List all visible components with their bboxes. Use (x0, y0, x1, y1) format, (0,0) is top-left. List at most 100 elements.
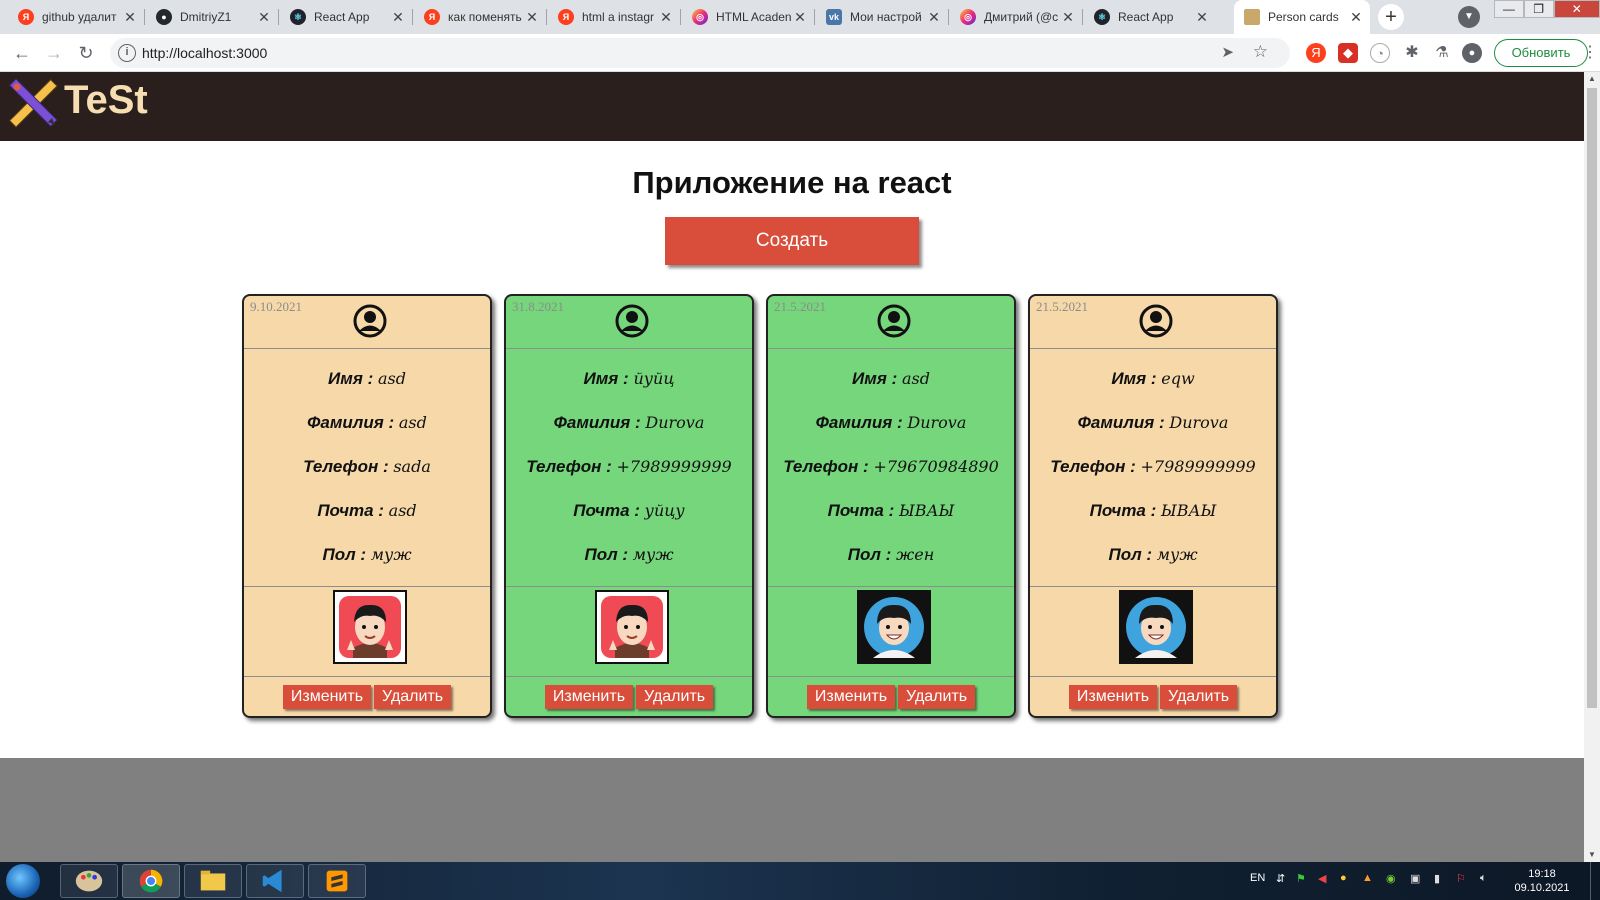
email-value: уйцу (644, 501, 685, 520)
edit-button[interactable]: Изменить (1068, 685, 1158, 709)
profile-avatar-icon[interactable]: ● (1462, 43, 1482, 63)
react-icon: ⚛ (290, 9, 306, 25)
delete-button[interactable]: Удалить (1160, 685, 1238, 709)
last-name-field: Фамилия : Durova (768, 413, 1014, 433)
address-bar[interactable]: i http://localhost:3000 ➤ ☆ (110, 38, 1290, 68)
yandex-extension-icon[interactable]: Я (1306, 43, 1326, 63)
bookmark-star-icon[interactable]: ☆ (1253, 42, 1268, 62)
nvidia-icon[interactable]: ◉ (1386, 872, 1396, 885)
close-icon[interactable]: ✕ (926, 9, 942, 26)
send-icon[interactable]: ➤ (1221, 43, 1234, 61)
page-title: Приложение на react (632, 165, 952, 200)
browser-tab[interactable]: ⚛ React App ✕ (1084, 0, 1216, 34)
browser-tab[interactable]: ● DmitriyZ1 ✕ (146, 0, 278, 34)
start-button-icon[interactable] (6, 864, 40, 898)
language-indicator[interactable]: EN (1250, 872, 1265, 884)
first-name-value: asd (901, 369, 930, 388)
folder-icon (200, 870, 226, 891)
tray-expand-icon[interactable]: ⇵ (1276, 872, 1285, 885)
update-browser-button[interactable]: Обновить (1494, 39, 1588, 67)
close-icon[interactable]: ✕ (792, 9, 808, 26)
card-actions: Изменить Удалить (1030, 685, 1276, 709)
volume-icon[interactable]: 🔈︎ (1480, 872, 1487, 885)
browser-tab[interactable]: ⚛ React App ✕ (280, 0, 412, 34)
site-logo-text[interactable]: TeSt (64, 78, 148, 123)
site-footer (0, 758, 1584, 862)
close-icon[interactable]: ✕ (122, 9, 138, 26)
network-signal-icon[interactable]: ▮ (1434, 872, 1440, 885)
sublime-app-icon[interactable] (308, 864, 366, 898)
create-button[interactable]: Создать (665, 217, 919, 265)
vscode-app-icon[interactable] (246, 864, 304, 898)
site-info-icon[interactable]: i (118, 44, 136, 62)
minimize-button[interactable]: — (1494, 0, 1524, 18)
close-icon[interactable]: ✕ (1060, 9, 1076, 26)
divider (768, 676, 1014, 677)
flask-icon[interactable]: ⚗ (1432, 43, 1452, 63)
paint-app-icon[interactable] (60, 864, 118, 898)
tray-app-icon[interactable]: ◀ (1318, 872, 1326, 885)
browser-tab[interactable]: ◎ Дмитрий (@c ✕ (950, 0, 1082, 34)
gender-value: муж (370, 545, 412, 564)
gender-value: муж (632, 545, 674, 564)
action-center-flag-icon[interactable]: ⚑ (1296, 872, 1306, 885)
reload-icon[interactable]: ↻ (74, 41, 98, 65)
close-icon[interactable]: ✕ (1194, 9, 1210, 26)
browser-tab[interactable]: Я как поменять ✕ (414, 0, 546, 34)
taskbar-clock[interactable]: 19:18 09.10.2021 (1512, 867, 1572, 895)
close-icon[interactable]: ✕ (1348, 9, 1364, 26)
window-close-button[interactable]: ✕ (1553, 0, 1600, 18)
tray-yandex-icon[interactable]: ● (1340, 872, 1347, 884)
close-icon[interactable]: ✕ (658, 9, 674, 26)
email-field: Почта : ЫВАЫ (768, 501, 1014, 521)
user-avatar-icon (1139, 304, 1173, 338)
show-desktop-button[interactable] (1590, 862, 1600, 900)
browser-tab[interactable]: Я html a instagr ✕ (548, 0, 680, 34)
first-name-label: Имя (852, 369, 887, 388)
puzzle-extensions-icon[interactable]: ✱ (1402, 43, 1422, 63)
new-tab-button[interactable]: + (1378, 4, 1404, 30)
delete-button[interactable]: Удалить (898, 685, 976, 709)
yandex-icon: Я (558, 9, 574, 25)
forward-arrow-icon[interactable]: → (42, 41, 66, 65)
edit-button[interactable]: Изменить (282, 685, 372, 709)
tab-search-icon[interactable]: ▼ (1458, 6, 1480, 28)
tray-flag-icon[interactable]: ⚐ (1456, 872, 1466, 885)
timer-extension-icon[interactable]: ◔ (1370, 43, 1390, 63)
last-name-label: Фамилия (307, 413, 384, 432)
vertical-scrollbar[interactable]: ▲ ▼ (1584, 72, 1600, 862)
menu-kebab-icon[interactable]: ⋮ (1582, 42, 1598, 62)
edit-button[interactable]: Изменить (544, 685, 634, 709)
last-name-value: Durova (907, 413, 967, 432)
separator: : (892, 413, 908, 432)
close-icon[interactable]: ✕ (524, 9, 540, 26)
delete-button[interactable]: Удалить (636, 685, 714, 709)
paint-palette-icon (75, 870, 103, 892)
delete-button[interactable]: Удалить (374, 685, 452, 709)
extension-icon[interactable]: ◆ (1338, 43, 1358, 63)
page-icon (1244, 9, 1260, 25)
edit-button[interactable]: Изменить (806, 685, 896, 709)
tray-warning-icon[interactable]: ▲ (1362, 872, 1373, 884)
scroll-up-arrow-icon[interactable]: ▲ (1584, 72, 1600, 86)
tray-monitor-icon[interactable]: ▣ (1410, 872, 1420, 885)
browser-tab[interactable]: Я github удалит ✕ (8, 0, 144, 34)
chrome-app-icon[interactable] (122, 864, 180, 898)
close-icon[interactable]: ✕ (256, 9, 272, 26)
explorer-app-icon[interactable] (184, 864, 242, 898)
close-icon[interactable]: ✕ (390, 9, 406, 26)
first-name-field: Имя : eqw (1030, 369, 1276, 389)
url-text[interactable]: http://localhost:3000 (142, 45, 267, 61)
phone-label: Телефон (526, 457, 602, 476)
browser-tab-active[interactable]: Person cards ✕ (1234, 0, 1370, 34)
restore-button[interactable]: ❐ (1523, 0, 1554, 18)
scroll-down-arrow-icon[interactable]: ▼ (1584, 848, 1600, 862)
divider (244, 676, 490, 677)
last-name-label: Фамилия (815, 413, 893, 432)
back-arrow-icon[interactable]: ← (10, 41, 34, 65)
person-photo (333, 590, 407, 664)
browser-tab[interactable]: vk Мои настрой ✕ (816, 0, 948, 34)
tab-title: Мои настрой (850, 10, 922, 24)
browser-tab[interactable]: ◎ HTML Acaden ✕ (682, 0, 814, 34)
scrollbar-thumb[interactable] (1587, 88, 1597, 708)
